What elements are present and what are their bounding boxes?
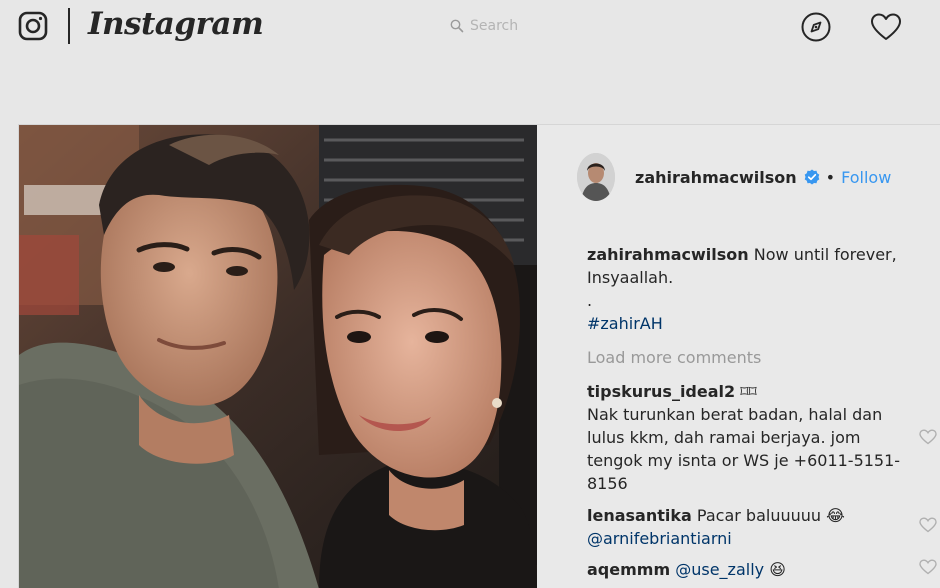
comment-text-line: lulus kkm, dah ramai berjaya. jom [587,428,861,447]
separator-dot: • [825,167,836,187]
comment-text-line: Nak turunkan berat badan, halal dan [587,405,883,424]
comment-item: tipskurus_ideal2 ⌑⌑ Nak turunkan berat b… [587,380,907,495]
comment-text: Pacar baluuuuu [696,506,822,525]
caption-line-4: #zahirAH [587,312,927,335]
owner-username-link[interactable]: zahirahmacwilson [635,168,797,187]
comment-like-heart-icon[interactable] [919,559,937,575]
hashtag-link[interactable]: #zahirAH [587,314,663,333]
search-icon [450,19,464,33]
caption-line-3: . [587,291,593,310]
post-card: zahirahmacwilson • Follow zahirahmacwils… [18,124,940,588]
comment-emoji: ⌑⌑ [740,382,757,401]
top-nav-bar: Instagram [0,0,940,52]
comment-item: aqemmm @use_zally 😆 [587,558,907,581]
mention-link[interactable]: @arnifebriantiarni [587,529,732,548]
verified-badge-icon [804,169,819,185]
instagram-wordmark-logo[interactable]: Instagram [88,6,264,42]
activity-heart-icon[interactable] [870,12,902,42]
comment-username[interactable]: aqemmm [587,560,670,579]
mention-link[interactable]: @use_zally [675,560,764,579]
caption-text: Now until forever, [753,245,897,264]
post-owner-header: zahirahmacwilson • Follow [577,151,937,203]
comment-text-line: 8156 [587,474,628,493]
comment-username[interactable]: tipskurus_ideal2 [587,382,735,401]
comment-item: lenasantika Pacar baluuuuu 😂 @arnifebria… [587,504,907,550]
load-more-comments-button[interactable]: Load more comments [587,348,761,367]
load-more-comments: Load more comments [587,346,927,369]
comment-emoji: 😆 [769,560,786,579]
owner-avatar[interactable] [577,153,615,201]
comment-like-heart-icon[interactable] [919,429,937,445]
comment-like-heart-icon[interactable] [919,517,937,533]
instagram-camera-icon[interactable] [18,11,48,41]
comment-username[interactable]: lenasantika [587,506,692,525]
search-input[interactable] [470,18,560,34]
follow-button[interactable]: Follow [841,168,891,187]
post-photo[interactable] [19,125,537,588]
explore-compass-icon[interactable] [800,11,832,43]
caption-line-2: Insyaallah. [587,268,674,287]
header-divider [68,8,70,44]
couple-selfie-image [19,125,537,588]
comment-text-line: tengok my isnta or WS je +6011-5151- [587,451,901,470]
caption-line-1: zahirahmacwilson Now until forever, [587,243,927,266]
search-box[interactable] [450,15,570,37]
post-side-panel: zahirahmacwilson • Follow zahirahmacwils… [537,125,940,588]
comment-emoji: 😂 [826,506,845,525]
caption-username[interactable]: zahirahmacwilson [587,245,749,264]
